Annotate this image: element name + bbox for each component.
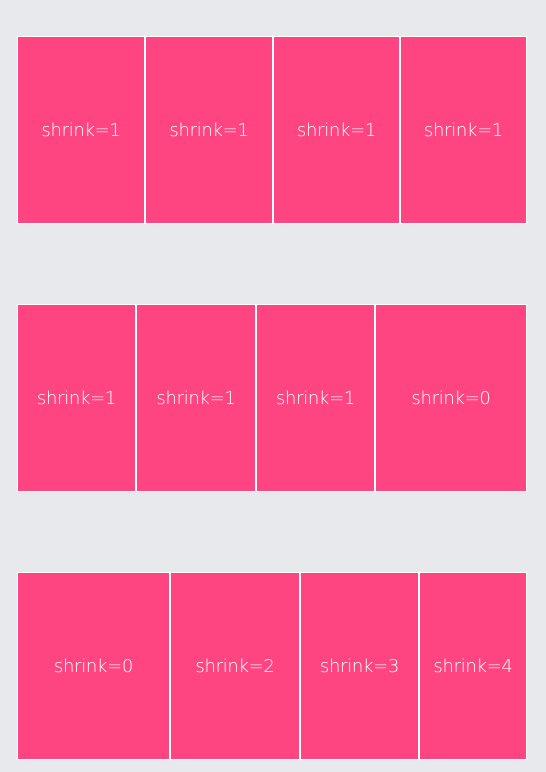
flex-item: shrink=0	[376, 305, 526, 491]
flex-item: shrink=1	[137, 305, 255, 491]
flex-item: shrink=1	[146, 37, 272, 223]
flex-item: shrink=1	[18, 37, 144, 223]
flex-item: shrink=3	[301, 573, 418, 759]
flex-item: shrink=1	[18, 305, 135, 491]
flex-item: shrink=0	[18, 573, 169, 759]
flex-item: shrink=1	[274, 37, 399, 223]
flex-row-2: shrink=1 shrink=1 shrink=1 shrink=0	[17, 304, 527, 492]
flex-row-1: shrink=1 shrink=1 shrink=1 shrink=1	[17, 36, 527, 224]
flex-item: shrink=1	[257, 305, 374, 491]
flex-item: shrink=1	[401, 37, 526, 223]
flex-row-3: shrink=0 shrink=2 shrink=3 shrink=4	[17, 572, 527, 760]
flex-shrink-demo: shrink=1 shrink=1 shrink=1 shrink=1 shri…	[0, 0, 546, 772]
flex-item: shrink=2	[171, 573, 299, 759]
flex-item: shrink=4	[420, 573, 526, 759]
